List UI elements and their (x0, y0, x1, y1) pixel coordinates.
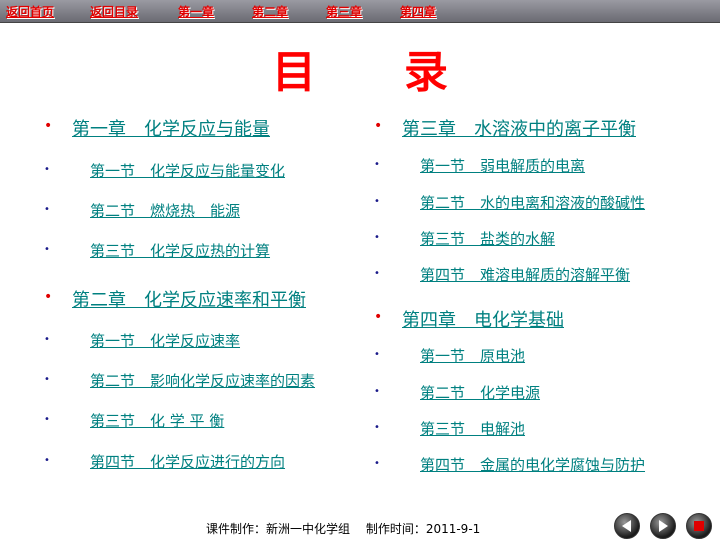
nav-chapter2-link[interactable]: 第二章 (252, 3, 288, 20)
page-title: 目 录 (272, 47, 448, 98)
bullet-icon: • (374, 386, 380, 397)
chapter1-label: 第一章 化学反应与能量 (72, 119, 270, 140)
section-label: 第四节 化学反应进行的方向 (90, 453, 286, 471)
section-label: 第二节 燃烧热 能源 (90, 202, 241, 220)
section-label: 第四节 难溶电解质的溶解平衡 (420, 266, 631, 284)
ch2-section4-link[interactable]: • 第四节 化学反应进行的方向 (44, 451, 285, 508)
bullet-icon: • (44, 204, 50, 215)
bullet-icon: • (44, 414, 50, 425)
bullet-icon: • (44, 118, 53, 134)
chapter4-label: 第四章 电化学基础 (402, 310, 564, 331)
next-button[interactable] (650, 513, 676, 539)
chapter3-label: 第三章 水溶液中的离子平衡 (402, 119, 636, 140)
section-label: 第三节 盐类的水解 (420, 230, 556, 248)
section-label: 第三节 电解池 (420, 420, 526, 438)
bullet-icon: • (44, 244, 50, 255)
section-label: 第二节 影响化学反应速率的因素 (90, 372, 316, 390)
nav-chapter1-link[interactable]: 第一章 (178, 3, 214, 20)
bullet-icon: • (44, 455, 50, 466)
bullet-icon: • (44, 334, 50, 345)
section-label: 第三节 化 学 平 衡 (90, 412, 225, 430)
bullet-icon: • (374, 268, 380, 279)
bullet-icon: • (374, 309, 383, 325)
chapter2-label: 第二章 化学反应速率和平衡 (72, 290, 306, 311)
stop-button[interactable] (686, 513, 712, 539)
bullet-icon: • (44, 164, 50, 175)
top-nav-bar: 返回首页 返回目录 第一章 第二章 第三章 第四章 (0, 0, 720, 23)
section-label: 第一节 弱电解质的电离 (420, 157, 586, 175)
section-label: 第二节 化学电源 (420, 384, 541, 402)
section-label: 第二节 水的电离和溶液的酸碱性 (420, 194, 646, 212)
bullet-icon: • (44, 289, 53, 305)
bullet-icon: • (374, 159, 380, 170)
nav-contents-link[interactable]: 返回目录 (90, 3, 138, 20)
bullet-icon: • (374, 349, 380, 360)
bullet-icon: • (374, 232, 380, 243)
nav-chapter3-link[interactable]: 第三章 (326, 3, 362, 20)
section-label: 第一节 化学反应与能量变化 (90, 162, 286, 180)
bullet-icon: • (374, 196, 380, 207)
bullet-icon: • (374, 458, 380, 469)
stop-icon (694, 521, 704, 531)
bullet-icon: • (374, 118, 383, 134)
ch4-section4-link[interactable]: • 第四节 金属的电化学腐蚀与防护 (374, 454, 645, 511)
bullet-icon: • (374, 422, 380, 433)
previous-icon (622, 520, 631, 532)
section-label: 第四节 金属的电化学腐蚀与防护 (420, 456, 646, 474)
section-label: 第三节 化学反应热的计算 (90, 242, 271, 260)
section-label: 第一节 化学反应速率 (90, 332, 241, 350)
nav-chapter4-link[interactable]: 第四章 (400, 3, 436, 20)
footer-credit: 课件制作：新洲一中化学组 制作时间：2011-9-1 (206, 522, 481, 536)
bullet-icon: • (44, 374, 50, 385)
next-icon (659, 520, 668, 532)
nav-home-link[interactable]: 返回首页 (6, 3, 54, 20)
previous-button[interactable] (614, 513, 640, 539)
section-label: 第一节 原电池 (420, 347, 526, 365)
